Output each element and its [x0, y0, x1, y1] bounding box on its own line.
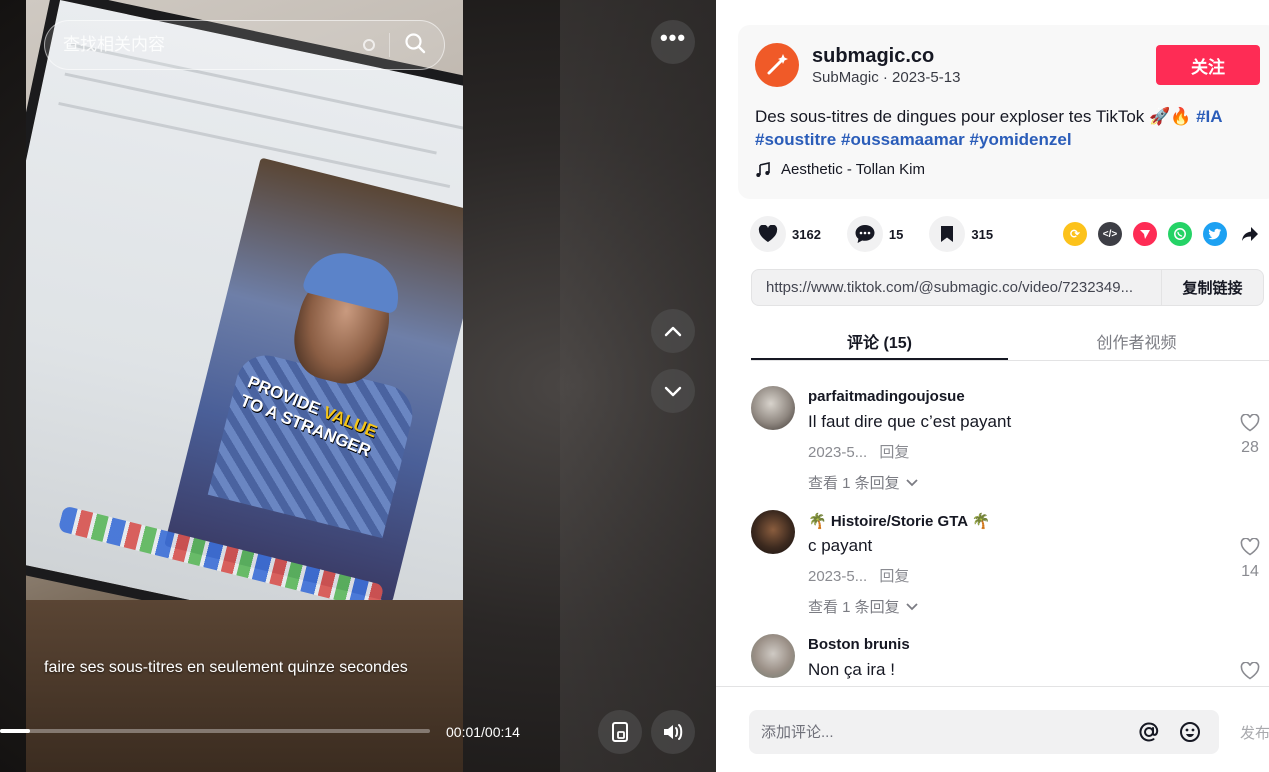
- emoji-icon[interactable]: [1178, 720, 1202, 744]
- comment-text: Non ça ira !: [808, 660, 895, 679]
- repost-icon[interactable]: ⟳: [1063, 222, 1087, 246]
- commenter-name[interactable]: parfaitmadingoujosue: [808, 388, 965, 405]
- music-link[interactable]: Aesthetic - Tollan Kim: [755, 161, 925, 178]
- comment-date: 2023-5...: [808, 444, 868, 461]
- comment-meta: 2023-5... 回复: [808, 565, 909, 586]
- author-nickname-date: SubMagic · 2023-5-13: [812, 69, 961, 86]
- comment-composer: 发布: [716, 686, 1269, 772]
- comment-like-button[interactable]: [1238, 661, 1262, 685]
- video-link-box: https://www.tiktok.com/@submagic.co/vide…: [751, 269, 1264, 306]
- follow-button[interactable]: 关注: [1156, 45, 1260, 85]
- copy-link-button[interactable]: 复制链接: [1161, 270, 1263, 305]
- comment-text: c payant: [808, 536, 873, 555]
- comment-text: Il faut dire que c’est payant: [808, 412, 1012, 431]
- author-username[interactable]: submagic.co: [812, 45, 934, 68]
- twitter-icon[interactable]: [1203, 222, 1227, 246]
- engagement-bar: 3162 15 315: [750, 216, 1019, 252]
- view-replies-label: 查看 1 条回复: [808, 475, 900, 492]
- more-options-button[interactable]: •••: [651, 20, 695, 64]
- whatsapp-icon[interactable]: [1168, 222, 1192, 246]
- mention-icon[interactable]: [1137, 720, 1161, 744]
- send-to-friends-icon[interactable]: [1133, 222, 1157, 246]
- description-text: Des sous-titres de dingues pour exploser…: [755, 107, 1197, 126]
- commenter-name[interactable]: 🌴 Histoire/Storie GTA 🌴: [808, 512, 990, 530]
- commenter-avatar[interactable]: [751, 386, 795, 430]
- commenter-name[interactable]: Boston brunis: [808, 636, 910, 653]
- embed-icon[interactable]: </>: [1098, 222, 1122, 246]
- like-count: 3162: [792, 226, 821, 242]
- bookmark-icon: [941, 226, 954, 242]
- view-replies-label: 查看 1 条回复: [808, 599, 900, 616]
- video-description: Des sous-titres de dingues pour exploser…: [755, 105, 1260, 151]
- reply-button[interactable]: 回复: [879, 444, 909, 461]
- progress-fill: [0, 729, 31, 733]
- tab-comments[interactable]: 评论 (15): [751, 318, 1008, 360]
- chevron-up-icon: [664, 326, 682, 337]
- more-icon: •••: [659, 25, 687, 50]
- comment-like-count: 14: [1241, 563, 1259, 580]
- comment-like-button[interactable]: 28: [1238, 413, 1262, 457]
- hashtag-link[interactable]: #soustitre: [755, 130, 836, 149]
- video-progress-bar[interactable]: [0, 729, 430, 733]
- video-info-card: submagic.co SubMagic · 2023-5-13 关注 Des …: [738, 25, 1269, 199]
- comment-bubble-icon: [855, 225, 875, 243]
- chevron-down-icon: [906, 478, 918, 486]
- commenter-avatar[interactable]: [751, 634, 795, 678]
- search-bar[interactable]: [44, 20, 445, 70]
- save-button[interactable]: 315: [929, 216, 993, 252]
- like-button[interactable]: 3162: [750, 216, 821, 252]
- picture-in-picture-button[interactable]: [598, 710, 642, 754]
- speaker-icon: [664, 724, 683, 740]
- share-arrow-icon[interactable]: [1238, 222, 1262, 246]
- video-detail-panel: submagic.co SubMagic · 2023-5-13 关注 Des …: [716, 0, 1269, 772]
- floating-player-icon: [612, 722, 628, 742]
- video-time: 00:01/00:14: [446, 724, 520, 740]
- comment-input-box[interactable]: [749, 710, 1219, 754]
- comment-like-button[interactable]: 14: [1238, 537, 1262, 581]
- comment-button[interactable]: 15: [846, 216, 904, 252]
- hashtag-link[interactable]: #IA: [1196, 107, 1222, 126]
- hashtag-link[interactable]: #oussamaamar: [841, 130, 965, 149]
- desk-image: [26, 600, 463, 772]
- search-input[interactable]: [63, 35, 363, 55]
- comment-list: parfaitmadingoujosue Il faut dire que c’…: [751, 362, 1269, 686]
- tab-creator-videos[interactable]: 创作者视频: [1008, 318, 1265, 360]
- chevron-down-icon: [906, 602, 918, 610]
- comment-tabs: 评论 (15) 创作者视频: [751, 318, 1269, 361]
- chevron-down-icon: [664, 386, 682, 397]
- previous-video-button[interactable]: [651, 309, 695, 353]
- volume-button[interactable]: [651, 710, 695, 754]
- author-avatar[interactable]: [755, 43, 799, 87]
- comment-date: 2023-5...: [808, 568, 868, 585]
- post-comment-button[interactable]: 发布: [1240, 722, 1269, 743]
- heart-outline-icon: [1240, 537, 1260, 556]
- comment-count: 15: [888, 226, 904, 242]
- search-icon[interactable]: [404, 32, 426, 59]
- music-title: Aesthetic - Tollan Kim: [781, 161, 925, 178]
- commenter-avatar[interactable]: [751, 510, 795, 554]
- magic-wand-icon: [767, 54, 788, 75]
- reply-button[interactable]: 回复: [879, 568, 909, 585]
- video-caption: faire ses sous-titres en seulement quinz…: [44, 659, 408, 676]
- comment-meta: 2023-5... 回复: [808, 441, 909, 462]
- heart-outline-icon: [1240, 413, 1260, 432]
- heart-outline-icon: [1240, 661, 1260, 680]
- heart-icon: [758, 225, 778, 242]
- view-replies-button[interactable]: 查看 1 条回复: [808, 596, 918, 617]
- music-note-icon: [756, 161, 770, 177]
- save-count: 315: [971, 226, 994, 242]
- search-divider: [389, 33, 390, 57]
- share-icons: ⟳ </>: [1063, 222, 1262, 246]
- next-video-button[interactable]: [651, 369, 695, 413]
- loading-icon: [363, 39, 375, 51]
- comment-like-count: 28: [1241, 439, 1259, 456]
- video-player[interactable]: PROVIDE VALUE TO A STRANGER ••• faire se…: [0, 0, 716, 772]
- view-replies-button[interactable]: 查看 1 条回复: [808, 472, 918, 493]
- hashtag-link[interactable]: #yomidenzel: [970, 130, 1072, 149]
- comment-input[interactable]: [761, 723, 1137, 741]
- video-url[interactable]: https://www.tiktok.com/@submagic.co/vide…: [752, 279, 1162, 296]
